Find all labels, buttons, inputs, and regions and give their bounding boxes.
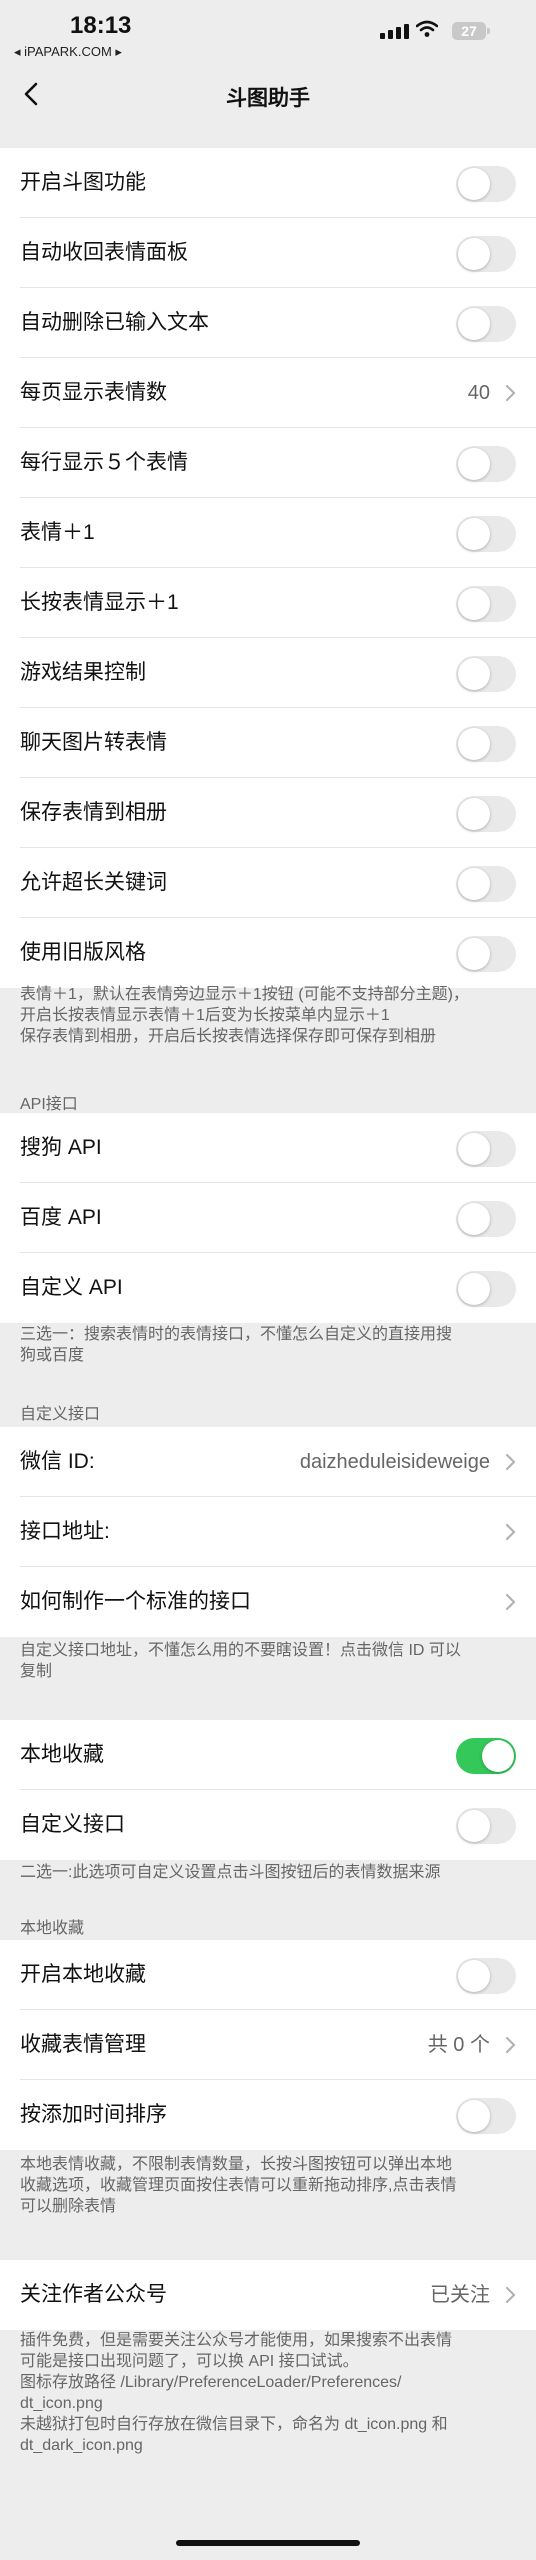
row-value: daizheduleisideweige: [299, 1451, 490, 1473]
toggle-switch[interactable]: [456, 796, 516, 832]
local-favorites-section-header: 本地收藏: [20, 1920, 85, 1937]
row-label: 如何制作一个标准的接口: [20, 1590, 251, 1613]
row-value: 40: [467, 382, 490, 404]
settings-row[interactable]: 收藏表情管理 共 0 个: [0, 2010, 536, 2080]
row-label: 搜狗 API: [20, 1136, 102, 1159]
chevron-right-icon: [505, 2286, 516, 2304]
row-label: 按添加时间排序: [20, 2103, 167, 2126]
settings-row[interactable]: 自动删除已输入文本: [0, 288, 536, 358]
footer-note: 插件免费，但是需要关注公众号才能使用，如果搜索不出表情 可能是接口出现问题了，可…: [20, 2332, 453, 2454]
row-label: 收藏表情管理: [20, 2033, 146, 2056]
local-favorites-note: 本地表情收藏，不限制表情数量，长按斗图按钮可以弹出本地 收藏选项，收藏管理页面按…: [20, 2156, 457, 2215]
settings-row[interactable]: 如何制作一个标准的接口: [0, 1567, 536, 1637]
row-label: 允许超长关键词: [20, 871, 167, 894]
settings-row[interactable]: 每页显示表情数 40: [0, 358, 536, 428]
settings-row[interactable]: 开启斗图功能: [0, 148, 536, 218]
cellular-signal-icon: [380, 24, 409, 39]
row-label: 百度 API: [20, 1206, 102, 1229]
toggle-switch[interactable]: [456, 936, 516, 972]
row-label: 自动收回表情面板: [20, 241, 188, 264]
toggle-switch[interactable]: [456, 166, 516, 202]
toggle-switch[interactable]: [456, 586, 516, 622]
settings-row[interactable]: 百度 API: [0, 1183, 536, 1253]
row-label: 开启斗图功能: [20, 171, 146, 194]
row-label: 接口地址:: [20, 1520, 110, 1543]
chevron-right-icon: [505, 1453, 516, 1471]
row-label: 长按表情显示＋1: [20, 591, 179, 614]
row-label: 表情＋1: [20, 521, 95, 544]
row-label: 每页显示表情数: [20, 381, 167, 404]
row-value: 共 0 个: [427, 2034, 490, 2056]
settings-row[interactable]: 按添加时间排序: [0, 2080, 536, 2150]
row-label: 游戏结果控制: [20, 661, 146, 684]
row-label: 每行显示５个表情: [20, 451, 188, 474]
settings-row[interactable]: 表情＋1: [0, 498, 536, 568]
row-label: 聊天图片转表情: [20, 731, 167, 754]
settings-row[interactable]: 允许超长关键词: [0, 848, 536, 918]
settings-row[interactable]: 长按表情显示＋1: [0, 568, 536, 638]
row-label: 关注作者公众号: [20, 2283, 167, 2306]
toggle-switch[interactable]: [456, 1808, 516, 1844]
settings-row[interactable]: 关注作者公众号 已关注: [0, 2260, 536, 2330]
settings-row[interactable]: 搜狗 API: [0, 1113, 536, 1183]
settings-row[interactable]: 自动收回表情面板: [0, 218, 536, 288]
settings-row[interactable]: 每行显示５个表情: [0, 428, 536, 498]
toggle-switch[interactable]: [456, 1271, 516, 1307]
toggle-switch[interactable]: [456, 2098, 516, 2134]
toggle-switch[interactable]: [456, 1201, 516, 1237]
settings-row[interactable]: 本地收藏: [0, 1720, 536, 1790]
row-label: 自定义 API: [20, 1276, 123, 1299]
chevron-right-icon: [505, 2036, 516, 2054]
row-label: 自定义接口: [20, 1813, 125, 1836]
settings-row[interactable]: 保存表情到相册: [0, 778, 536, 848]
source-note: 二选一:此选项可自定义设置点击斗图按钮后的表情数据来源: [20, 1864, 441, 1881]
settings-row[interactable]: 微信 ID: daizheduleisideweige: [0, 1427, 536, 1497]
toggle-switch[interactable]: [456, 656, 516, 692]
toggle-switch[interactable]: [456, 516, 516, 552]
navigation-bar: 斗图助手: [0, 66, 536, 122]
api-section-header: API接口: [20, 1096, 78, 1113]
settings-row[interactable]: 自定义接口: [0, 1790, 536, 1860]
clock: 18:13: [70, 12, 132, 39]
toggle-switch[interactable]: [456, 1131, 516, 1167]
settings-row[interactable]: 自定义 API: [0, 1253, 536, 1323]
home-indicator: [176, 2540, 360, 2546]
custom-api-note: 自定义接口地址，不懂怎么用的不要瞎设置！点击微信 ID 可以 复制: [20, 1642, 461, 1680]
row-label: 本地收藏: [20, 1743, 104, 1766]
custom-api-section-header: 自定义接口: [20, 1406, 101, 1423]
row-value: 已关注: [430, 2284, 490, 2306]
api-note: 三选一：搜索表情时的表情接口，不懂怎么自定义的直接用搜 狗或百度: [20, 1326, 453, 1364]
row-label: 自动删除已输入文本: [20, 311, 209, 334]
toggle-switch[interactable]: [456, 1958, 516, 1994]
row-label: 使用旧版风格: [20, 941, 146, 964]
toggle-switch[interactable]: [456, 866, 516, 902]
settings-row[interactable]: 使用旧版风格: [0, 918, 536, 988]
wifi-icon: [416, 20, 438, 37]
row-label: 开启本地收藏: [20, 1963, 146, 1986]
settings-row[interactable]: 聊天图片转表情: [0, 708, 536, 778]
settings-row[interactable]: 接口地址:: [0, 1497, 536, 1567]
toggle-switch[interactable]: [456, 446, 516, 482]
row-label: 保存表情到相册: [20, 801, 167, 824]
toggle-switch[interactable]: [456, 726, 516, 762]
settings-row[interactable]: 开启本地收藏: [0, 1940, 536, 2010]
settings-row[interactable]: 游戏结果控制: [0, 638, 536, 708]
chevron-right-icon: [505, 384, 516, 402]
toggle-switch[interactable]: [456, 236, 516, 272]
carrier-label: ◂ iPAPARK.COM ▸: [14, 44, 122, 59]
battery-icon: 27: [452, 22, 490, 40]
chevron-right-icon: [505, 1593, 516, 1611]
toggle-switch[interactable]: [456, 306, 516, 342]
page-title: 斗图助手: [226, 87, 310, 110]
chevron-right-icon: [505, 1523, 516, 1541]
row-label: 微信 ID:: [20, 1450, 95, 1473]
toggle-switch[interactable]: [456, 1738, 516, 1774]
plus-one-note: 表情＋1，默认在表情旁边显示＋1按钮 (可能不支持部分主题)， 开启长按表情显示…: [20, 986, 469, 1045]
status-bar: 18:13 ◂ iPAPARK.COM ▸ 27: [0, 0, 536, 66]
